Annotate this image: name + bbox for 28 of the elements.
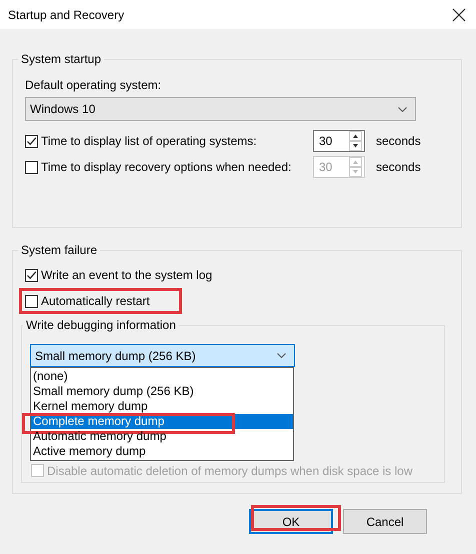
dropdown-option[interactable]: Small memory dump (256 KB) — [31, 384, 293, 399]
spin-arrows-icon — [349, 131, 362, 151]
unit-label: seconds — [376, 134, 421, 148]
cancel-button[interactable]: Cancel — [343, 509, 427, 534]
checkbox-label: Time to display recovery options when needed: — [41, 160, 292, 174]
dropdown-option[interactable]: Kernel memory dump — [31, 399, 293, 414]
os-dropdown[interactable]: Windows 10 — [25, 97, 416, 121]
checkbox-label: Automatically restart — [41, 294, 150, 308]
checkbox[interactable] — [25, 294, 38, 308]
dropdown-option[interactable]: (none) — [31, 369, 293, 384]
number-spinner[interactable]: 30 — [313, 130, 365, 152]
spin-arrows-icon — [349, 157, 362, 177]
caret-icon — [277, 353, 286, 358]
checkbox[interactable] — [25, 268, 38, 282]
checkbox-label: Write an event to the system log — [41, 268, 212, 282]
close-icon — [452, 8, 466, 22]
window-title: Startup and Recovery — [8, 8, 124, 22]
group-title: System failure — [21, 243, 98, 257]
checkbox-label: Disable automatic deletion of memory dumps when disk space is low — [47, 464, 413, 478]
caret-icon — [398, 106, 407, 112]
group-title: System startup — [21, 52, 102, 66]
dropdown-option[interactable]: Active memory dump — [31, 444, 293, 459]
checkbox-label: Time to display list of operating systems: — [41, 134, 257, 148]
field-label: Default operating system: — [25, 78, 162, 93]
unit-label: seconds — [376, 160, 421, 174]
checkbox[interactable] — [25, 134, 38, 148]
group-title: Write debugging information — [26, 318, 176, 332]
dump-type-dropdown[interactable]: Small memory dump (256 KB) — [30, 344, 295, 367]
